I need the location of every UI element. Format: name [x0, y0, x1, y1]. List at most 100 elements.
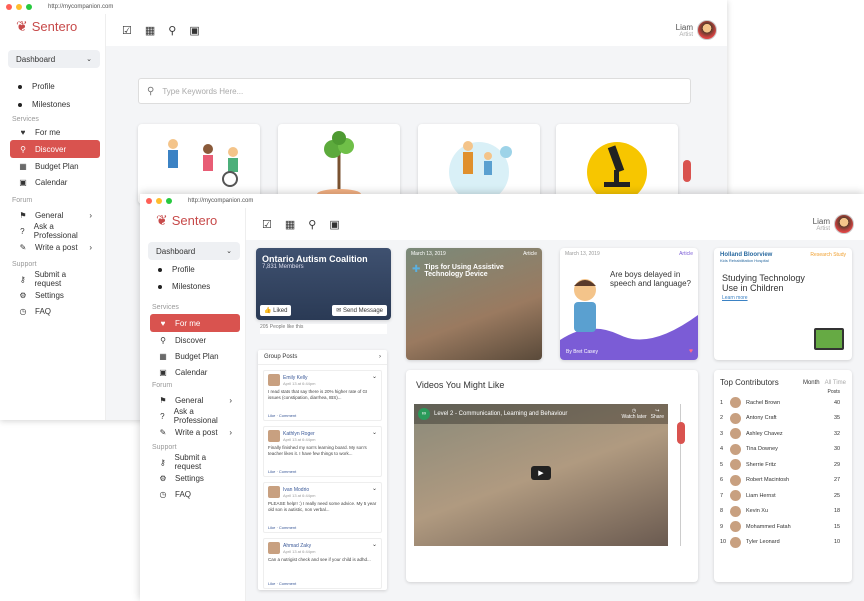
learn-more-link[interactable]: Learn more: [714, 293, 852, 303]
scrollbar-thumb[interactable]: [683, 160, 691, 182]
post-actions[interactable]: Like · Comment: [268, 581, 296, 586]
table-row[interactable]: 1 Rachel Brown 40: [714, 395, 852, 411]
maximize-dot[interactable]: [166, 198, 172, 204]
table-row[interactable]: 9 Mohammed Fatah 15: [714, 519, 852, 535]
sidebar-item-discover[interactable]: ⚲ Discover: [150, 332, 240, 348]
brand-logo[interactable]: ❦ Sentero: [156, 212, 217, 229]
scrollbar-thumb[interactable]: [677, 422, 685, 444]
table-row[interactable]: 7 Liam Hernst 25: [714, 488, 852, 504]
avatar[interactable]: [730, 521, 741, 533]
research-study-card[interactable]: Holland Bloorview Kids Rehabilitation Ho…: [714, 248, 852, 360]
category-card[interactable]: [138, 124, 260, 204]
sidebar-item-faq[interactable]: ◷ FAQ: [150, 486, 240, 502]
share-button[interactable]: ↪ Share: [651, 408, 664, 420]
sidebar-item-submit-request[interactable]: ⚷ Submit a request: [10, 270, 100, 288]
table-row[interactable]: 5 Sherrie Fritz 29: [714, 457, 852, 473]
liked-button[interactable]: 👍 Liked: [260, 305, 292, 316]
avatar[interactable]: [268, 430, 280, 442]
search-input[interactable]: Type Keywords Here...: [162, 87, 243, 96]
sidebar-item-write-post[interactable]: ✎ Write a post ›: [150, 424, 240, 440]
sidebar-item-milestones[interactable]: Milestones: [148, 278, 220, 295]
chevron-down-icon[interactable]: ⌄: [372, 429, 377, 436]
table-row[interactable]: 6 Robert Macintosh 27: [714, 473, 852, 489]
calendar-icon[interactable]: ▣: [329, 218, 339, 231]
avatar[interactable]: [268, 486, 280, 498]
url-bar[interactable]: http://mycompanion.com: [188, 198, 253, 204]
sidebar-item-profile[interactable]: Profile: [8, 78, 80, 95]
category-card[interactable]: [556, 124, 678, 204]
article-card[interactable]: March 13, 2019 Article Are boys delayed …: [560, 248, 698, 360]
chevron-down-icon[interactable]: ⌄: [372, 541, 377, 548]
sidebar-item-ask-professional[interactable]: ? Ask a Professional: [10, 222, 100, 240]
post-actions[interactable]: Like · Comment: [268, 413, 296, 418]
maximize-dot[interactable]: [26, 4, 32, 10]
search-box[interactable]: ⚲ Type Keywords Here...: [138, 78, 691, 104]
avatar[interactable]: [268, 542, 280, 554]
sidebar-item-faq[interactable]: ◷ FAQ: [10, 303, 100, 319]
avatar[interactable]: [730, 474, 741, 486]
minimize-dot[interactable]: [156, 198, 162, 204]
user-menu[interactable]: Liam Artist: [813, 214, 854, 234]
category-card[interactable]: [418, 124, 540, 204]
calculator-icon[interactable]: ▦: [145, 24, 155, 37]
sidebar-item-write-post[interactable]: ✎ Write a post ›: [10, 239, 100, 255]
close-dot[interactable]: [146, 198, 152, 204]
group-card[interactable]: Ontario Autism Coalition 7,831 Members 👍…: [256, 248, 391, 320]
avatar[interactable]: [730, 428, 741, 440]
sidebar-item-general[interactable]: ⚑ General ›: [10, 207, 100, 223]
video-player[interactable]: ∞ Level 2 - Communication, Learning and …: [414, 404, 668, 546]
sidebar-item-ask-professional[interactable]: ? Ask a Professional: [150, 407, 240, 425]
chevron-right-icon[interactable]: ›: [379, 354, 381, 360]
brand-logo[interactable]: ❦ Sentero: [16, 18, 77, 35]
play-button[interactable]: ▶: [531, 466, 551, 480]
table-row[interactable]: 8 Kevin Xu 18: [714, 504, 852, 520]
table-row[interactable]: 3 Ashley Chavez 32: [714, 426, 852, 442]
avatar[interactable]: [730, 459, 741, 471]
avatar[interactable]: [730, 412, 741, 424]
avatar[interactable]: [834, 214, 854, 234]
sidebar-item-for-me[interactable]: ♥ For me: [150, 314, 240, 332]
sidebar-item-budget-plan[interactable]: ▦ Budget Plan: [10, 158, 100, 174]
sidebar-item-calendar[interactable]: ▣ Calendar: [10, 174, 100, 190]
post-actions[interactable]: Like · Comment: [268, 525, 296, 530]
sidebar-item-calendar[interactable]: ▣ Calendar: [150, 364, 240, 380]
dashboard-item[interactable]: Dashboard ⌄: [148, 242, 240, 260]
table-row[interactable]: 2 Antony Craft 35: [714, 411, 852, 427]
watch-later-button[interactable]: ◷ Watch later: [622, 408, 647, 420]
category-card[interactable]: [278, 124, 400, 204]
url-bar[interactable]: http://mycompanion.com: [48, 4, 113, 10]
minimize-dot[interactable]: [16, 4, 22, 10]
checkbox-icon[interactable]: ☑: [262, 218, 272, 231]
sidebar-item-budget-plan[interactable]: ▦ Budget Plan: [150, 348, 240, 364]
calculator-icon[interactable]: ▦: [285, 218, 295, 231]
calendar-icon[interactable]: ▣: [189, 24, 199, 37]
sidebar-item-milestones[interactable]: Milestones: [8, 96, 80, 113]
sidebar-item-settings[interactable]: ⚙ Settings: [10, 287, 100, 303]
article-card[interactable]: March 13, 2019 Article ✚ Tips for Using …: [406, 248, 542, 360]
avatar[interactable]: [697, 20, 717, 40]
sidebar-item-discover[interactable]: ⚲ Discover: [10, 140, 100, 158]
avatar[interactable]: [730, 536, 741, 548]
search-icon[interactable]: ⚲: [308, 218, 316, 231]
chevron-down-icon[interactable]: ⌄: [372, 485, 377, 492]
sidebar-item-for-me[interactable]: ♥ For me: [10, 124, 100, 140]
chevron-down-icon[interactable]: ⌄: [372, 373, 377, 380]
post-actions[interactable]: Like · Comment: [268, 469, 296, 474]
checkbox-icon[interactable]: ☑: [122, 24, 132, 37]
sidebar-item-settings[interactable]: ⚙ Settings: [150, 470, 240, 486]
sidebar-item-general[interactable]: ⚑ General ›: [150, 392, 240, 408]
close-dot[interactable]: [6, 4, 12, 10]
avatar[interactable]: [730, 490, 741, 502]
dashboard-item[interactable]: Dashboard ⌄: [8, 50, 100, 68]
user-menu[interactable]: Liam Artist: [676, 20, 717, 40]
tab-all-time[interactable]: All Time: [825, 380, 846, 386]
heart-icon[interactable]: ♥: [689, 348, 693, 355]
sidebar-item-profile[interactable]: Profile: [148, 261, 220, 278]
sidebar-item-submit-request[interactable]: ⚷ Submit a request: [150, 453, 240, 471]
table-row[interactable]: 4 Tina Downey 30: [714, 442, 852, 458]
search-icon[interactable]: ⚲: [168, 24, 176, 37]
tab-month[interactable]: Month: [803, 380, 820, 386]
avatar[interactable]: [268, 374, 280, 386]
avatar[interactable]: [730, 443, 741, 455]
send-message-button[interactable]: ✉ Send Message: [332, 305, 387, 316]
